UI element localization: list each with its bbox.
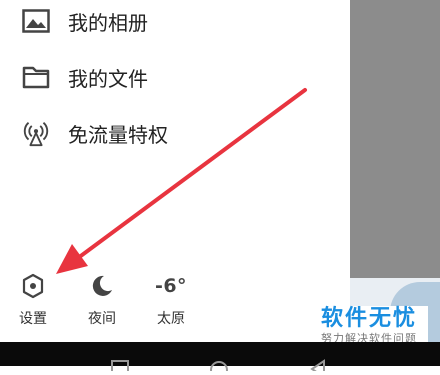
side-drawer: 我的相册 我的文件 免流量特权 设置 夜间 -6° 太原 [0, 0, 350, 342]
night-mode-label: 夜间 [88, 311, 116, 327]
night-mode-button[interactable]: 夜间 [72, 270, 132, 330]
menu-item-label: 我的文件 [68, 66, 148, 91]
system-navigation-bar [0, 342, 440, 375]
menu-item-label: 我的相册 [68, 10, 148, 35]
weather-button[interactable]: -6° 太原 [141, 270, 201, 330]
broadcast-icon [22, 119, 50, 147]
watermark-title: 软件无忧 [320, 306, 417, 331]
menu-item-files[interactable]: 我的文件 [0, 50, 350, 104]
settings-label: 设置 [19, 311, 47, 327]
image-icon [22, 7, 50, 35]
menu-item-album[interactable]: 我的相册 [0, 0, 350, 48]
settings-icon [21, 270, 45, 302]
dim-overlay[interactable] [350, 0, 440, 342]
moon-icon [90, 270, 114, 302]
folder-icon [22, 63, 50, 91]
menu-item-free-data[interactable]: 免流量特权 [0, 106, 350, 160]
menu-item-label: 免流量特权 [68, 122, 168, 147]
settings-button[interactable]: 设置 [3, 270, 63, 330]
weather-temperature: -6° [154, 275, 188, 297]
weather-city: 太原 [157, 311, 185, 327]
